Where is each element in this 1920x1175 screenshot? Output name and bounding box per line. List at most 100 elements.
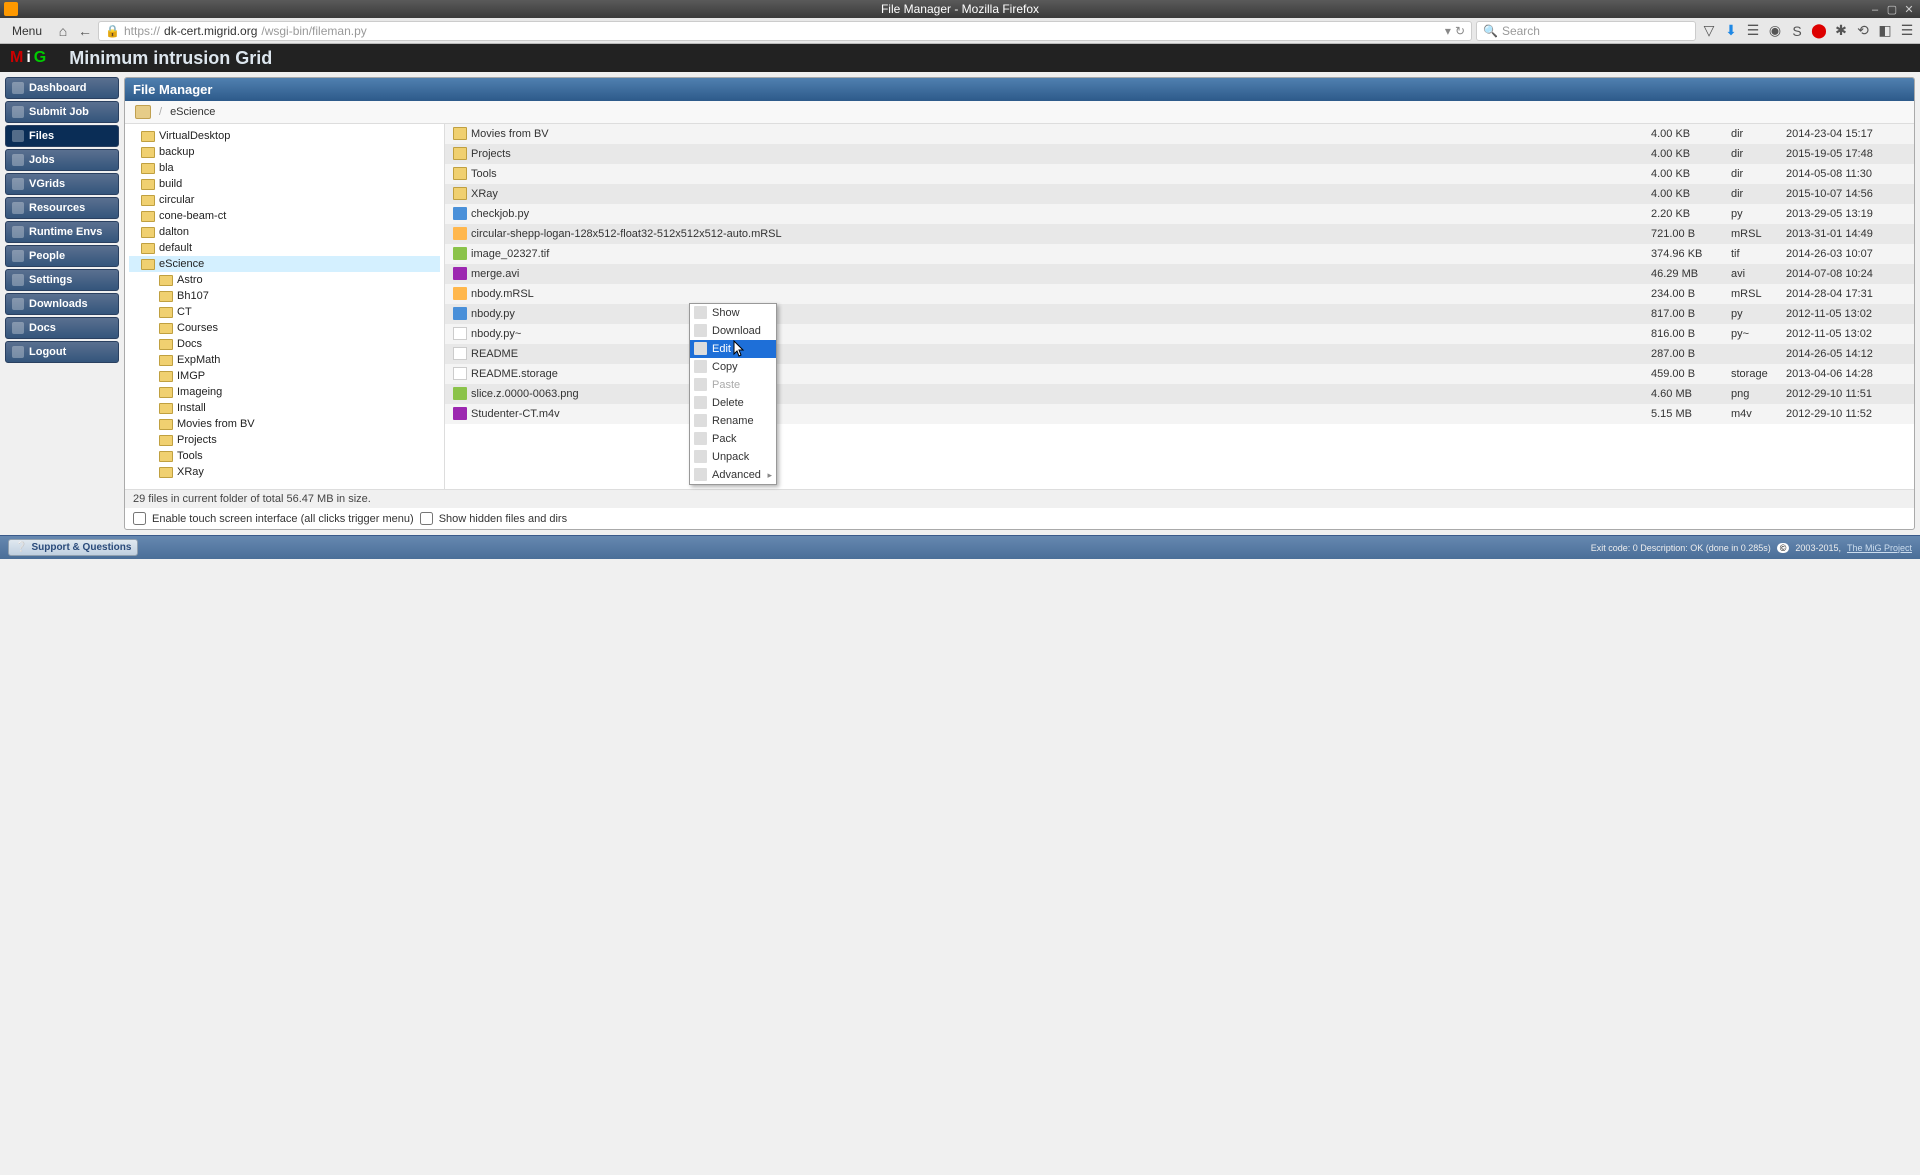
sidenav-item-resources[interactable]: Resources: [5, 197, 119, 219]
tree-item[interactable]: build: [129, 176, 440, 192]
tree-item[interactable]: circular: [129, 192, 440, 208]
support-button[interactable]: ❔ Support & Questions: [8, 539, 138, 556]
touch-checkbox[interactable]: [133, 512, 146, 525]
file-row[interactable]: checkjob.py2.20 KBpy2013-29-05 13:19: [445, 204, 1914, 224]
tree-item[interactable]: IMGP: [129, 368, 440, 384]
file-row[interactable]: image_02327.tif374.96 KBtif2014-26-03 10…: [445, 244, 1914, 264]
sidenav-item-submit-job[interactable]: Submit Job: [5, 101, 119, 123]
file-row[interactable]: slice.z.0000-0063.png4.60 MBpng2012-29-1…: [445, 384, 1914, 404]
ext-icon-4[interactable]: ⟲: [1854, 22, 1872, 40]
ctx-item-delete[interactable]: Delete: [690, 394, 776, 412]
sidenav-item-people[interactable]: People: [5, 245, 119, 267]
ctx-item-download[interactable]: Download: [690, 322, 776, 340]
breadcrumb-path[interactable]: eScience: [170, 106, 215, 118]
ctx-item-copy[interactable]: Copy: [690, 358, 776, 376]
tree-item[interactable]: Tools: [129, 448, 440, 464]
file-row[interactable]: README.storage459.00 Bstorage2013-04-06 …: [445, 364, 1914, 384]
sidenav-item-docs[interactable]: Docs: [5, 317, 119, 339]
file-name: XRay: [471, 188, 498, 200]
sidenav-item-runtime-envs[interactable]: Runtime Envs: [5, 221, 119, 243]
tree-item[interactable]: Docs: [129, 336, 440, 352]
ext-icon-3[interactable]: S: [1788, 22, 1806, 40]
reload-icon[interactable]: ↻: [1455, 24, 1465, 38]
tree-item[interactable]: Astro: [129, 272, 440, 288]
file-row[interactable]: nbody.py~816.00 Bpy~2012-11-05 13:02: [445, 324, 1914, 344]
ctx-item-unpack[interactable]: Unpack: [690, 448, 776, 466]
hamburger-icon[interactable]: ☰: [1898, 22, 1916, 40]
file-ext: py: [1731, 308, 1786, 320]
sidenav-item-logout[interactable]: Logout: [5, 341, 119, 363]
tree-item[interactable]: Movies from BV: [129, 416, 440, 432]
tree-item[interactable]: eScience: [129, 256, 440, 272]
tree-item[interactable]: cone-beam-ct: [129, 208, 440, 224]
adblock-icon[interactable]: ⬤: [1810, 22, 1828, 40]
ext-icon-2[interactable]: ◉: [1766, 22, 1784, 40]
tree-item[interactable]: Install: [129, 400, 440, 416]
tree-item[interactable]: Imageing: [129, 384, 440, 400]
downloads-icon[interactable]: ⬇: [1722, 22, 1740, 40]
tree-item[interactable]: Projects: [129, 432, 440, 448]
file-row[interactable]: XRay4.00 KBdir2015-10-07 14:56: [445, 184, 1914, 204]
sidenav-item-vgrids[interactable]: VGrids: [5, 173, 119, 195]
ctx-item-rename[interactable]: Rename: [690, 412, 776, 430]
tree-item[interactable]: dalton: [129, 224, 440, 240]
file-size: 721.00 B: [1651, 228, 1731, 240]
hidden-checkbox[interactable]: [420, 512, 433, 525]
sidenav-item-downloads[interactable]: Downloads: [5, 293, 119, 315]
pocket-icon[interactable]: ▽: [1700, 22, 1718, 40]
dropdown-icon[interactable]: ▾: [1445, 24, 1451, 38]
sidenav-label: Docs: [29, 322, 56, 334]
url-bar[interactable]: 🔒 https://dk-cert.migrid.org/wsgi-bin/fi…: [98, 21, 1472, 41]
file-ext: m4v: [1731, 408, 1786, 420]
breadcrumb-home-icon[interactable]: [135, 105, 151, 119]
ctx-icon: [694, 468, 707, 481]
ctx-item-advanced[interactable]: Advanced▸: [690, 466, 776, 484]
file-row[interactable]: nbody.py817.00 Bpy2012-11-05 13:02: [445, 304, 1914, 324]
maximize-button[interactable]: ▢: [1885, 1, 1899, 15]
sidenav-item-settings[interactable]: Settings: [5, 269, 119, 291]
ctx-item-edit[interactable]: Edit: [690, 340, 776, 358]
menu-button[interactable]: Menu: [4, 22, 50, 40]
submenu-arrow-icon: ▸: [767, 468, 772, 482]
minimize-button[interactable]: –: [1868, 1, 1882, 15]
project-link[interactable]: The MiG Project: [1847, 543, 1912, 553]
tree-item[interactable]: Bh107: [129, 288, 440, 304]
file-row[interactable]: circular-shepp-logan-128x512-float32-512…: [445, 224, 1914, 244]
file-row[interactable]: Tools4.00 KBdir2014-05-08 11:30: [445, 164, 1914, 184]
file-row[interactable]: Movies from BV4.00 KBdir2014-23-04 15:17: [445, 124, 1914, 144]
folder-icon: [141, 163, 155, 174]
close-button[interactable]: ✕: [1902, 1, 1916, 15]
tree-item[interactable]: CT: [129, 304, 440, 320]
ctx-item-pack[interactable]: Pack: [690, 430, 776, 448]
ctx-item-show[interactable]: Show: [690, 304, 776, 322]
file-row[interactable]: Studenter-CT.m4v5.15 MBm4v2012-29-10 11:…: [445, 404, 1914, 424]
nav-icon: [12, 178, 24, 190]
folder-icon: [141, 195, 155, 206]
file-row[interactable]: Projects4.00 KBdir2015-19-05 17:48: [445, 144, 1914, 164]
file-ext: dir: [1731, 148, 1786, 160]
tree-item[interactable]: XRay: [129, 464, 440, 480]
tree-item[interactable]: backup: [129, 144, 440, 160]
tree-item[interactable]: bla: [129, 160, 440, 176]
ext-icon-1[interactable]: ☰: [1744, 22, 1762, 40]
tree-item[interactable]: ExpMath: [129, 352, 440, 368]
file-ext: png: [1731, 388, 1786, 400]
gear-icon[interactable]: ✱: [1832, 22, 1850, 40]
folder-icon: [141, 179, 155, 190]
sidenav-item-jobs[interactable]: Jobs: [5, 149, 119, 171]
file-row[interactable]: nbody.mRSL234.00 BmRSL2014-28-04 17:31: [445, 284, 1914, 304]
sidenav-label: Downloads: [29, 298, 88, 310]
sidenav-item-files[interactable]: Files: [5, 125, 119, 147]
home-icon[interactable]: ⌂: [54, 22, 72, 40]
file-row[interactable]: README287.00 B2014-26-05 14:12: [445, 344, 1914, 364]
tree-item[interactable]: VirtualDesktop: [129, 128, 440, 144]
back-icon[interactable]: ←: [76, 22, 94, 40]
bookmark-icon[interactable]: ◧: [1876, 22, 1894, 40]
search-bar[interactable]: 🔍 Search: [1476, 21, 1696, 41]
file-row[interactable]: merge.avi46.29 MBavi2014-07-08 10:24: [445, 264, 1914, 284]
ctx-icon: [694, 396, 707, 409]
tree-item[interactable]: Courses: [129, 320, 440, 336]
sidenav-item-dashboard[interactable]: Dashboard: [5, 77, 119, 99]
tree-item[interactable]: default: [129, 240, 440, 256]
file-icon: [453, 327, 467, 340]
